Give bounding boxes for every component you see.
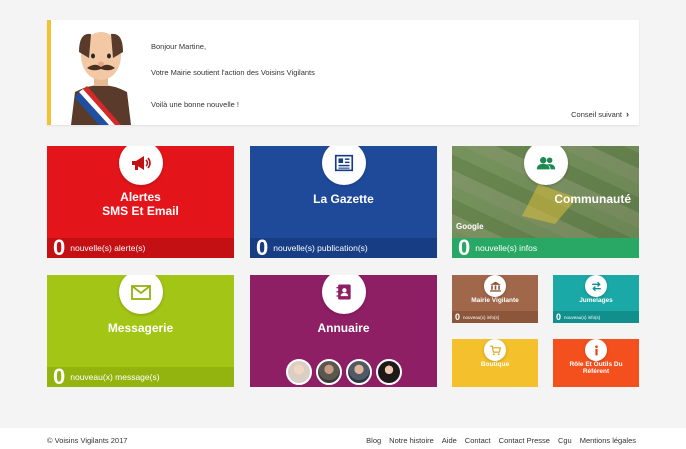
member-avatars bbox=[250, 359, 437, 385]
tile-communaute-title: Communauté bbox=[554, 192, 631, 206]
tile-communaute-counter: 0 nouvelle(s) infos bbox=[452, 235, 639, 259]
exchange-icon bbox=[585, 275, 607, 297]
greeting-text: Bonjour Martine, bbox=[151, 42, 207, 51]
message-count: 0 bbox=[53, 364, 66, 388]
tile-gazette[interactable]: La Gazette 0 nouvelle(s) publication(s) bbox=[250, 146, 437, 258]
tile-alertes-title-line-2: SMS Et Email bbox=[102, 203, 179, 218]
envelope-icon bbox=[118, 275, 163, 314]
footer: © Voisins Vigilants 2017 Blog Notre hist… bbox=[0, 428, 686, 449]
footer-link-cgu[interactable]: Cgu bbox=[558, 436, 572, 445]
footer-link-contact[interactable]: Contact bbox=[465, 436, 491, 445]
message-count-label: nouveau(x) message(s) bbox=[70, 372, 160, 382]
tile-referent-title-line-1: Rôle Et Outils Du bbox=[569, 361, 623, 368]
footer-link-mentions-legales[interactable]: Mentions légales bbox=[580, 436, 636, 445]
jumelages-info-label: nouveau(x) info(s) bbox=[564, 314, 601, 320]
tile-mairie-title: Mairie Vigilante bbox=[471, 297, 519, 304]
jumelages-info-count: 0 bbox=[556, 311, 562, 322]
message-line-1: Votre Mairie soutient l'action des Voisi… bbox=[151, 68, 315, 77]
footer-link-aide[interactable]: Aide bbox=[442, 436, 457, 445]
tile-gazette-title: La Gazette bbox=[313, 192, 374, 206]
mairie-info-count: 0 bbox=[455, 311, 461, 322]
mayor-avatar bbox=[71, 32, 131, 125]
next-tip-link[interactable]: Conseil suivant › bbox=[571, 109, 629, 119]
megaphone-icon bbox=[118, 146, 163, 185]
tile-messagerie-counter: 0 nouveau(x) message(s) bbox=[47, 364, 234, 388]
tile-mairie-counter: 0 nouveau(x) info(s) bbox=[452, 311, 538, 323]
tile-boutique-title: Boutique bbox=[480, 361, 510, 368]
tile-gazette-counter: 0 nouvelle(s) publication(s) bbox=[250, 235, 437, 259]
tile-messagerie[interactable]: Messagerie 0 nouveau(x) message(s) bbox=[47, 275, 234, 387]
tile-jumelages-counter: 0 nouveau(x) info(s) bbox=[553, 311, 639, 323]
community-info-label: nouvelle(s) infos bbox=[475, 243, 538, 253]
tile-alertes-title-line-1: Alertes bbox=[120, 190, 161, 204]
message-line-2: Voilà une bonne nouvelle ! bbox=[151, 100, 239, 109]
copyright-text: © Voisins Vigilants 2017 bbox=[47, 436, 128, 445]
alert-count-label: nouvelle(s) alerte(s) bbox=[70, 243, 146, 253]
tile-alertes[interactable]: Alertes SMS Et Email 0 nouvelle(s) alert… bbox=[47, 146, 234, 258]
newspaper-icon bbox=[321, 146, 366, 185]
tile-annuaire-title: Annuaire bbox=[317, 321, 370, 335]
tile-referent-title-line-2: Référent bbox=[582, 368, 610, 376]
footer-link-contact-presse[interactable]: Contact Presse bbox=[499, 436, 550, 445]
footer-link-blog[interactable]: Blog bbox=[366, 436, 381, 445]
users-icon bbox=[523, 146, 568, 185]
tile-alertes-counter: 0 nouvelle(s) alerte(s) bbox=[47, 235, 234, 259]
tile-mairie-vigilante[interactable]: Mairie Vigilante 0 nouveau(x) info(s) bbox=[452, 275, 538, 323]
address-book-icon bbox=[321, 275, 366, 314]
info-icon bbox=[585, 339, 607, 361]
member-avatar[interactable] bbox=[345, 359, 372, 385]
member-avatar[interactable] bbox=[285, 359, 312, 385]
next-tip-label: Conseil suivant bbox=[571, 109, 622, 119]
townhall-icon bbox=[484, 275, 506, 297]
tile-jumelages[interactable]: Jumelages 0 nouveau(x) info(s) bbox=[553, 275, 639, 323]
mairie-info-label: nouveau(x) info(s) bbox=[463, 314, 500, 320]
cart-icon bbox=[484, 339, 506, 361]
footer-link-notre-histoire[interactable]: Notre histoire bbox=[389, 436, 434, 445]
publication-count: 0 bbox=[256, 235, 269, 259]
community-info-count: 0 bbox=[458, 235, 471, 259]
tile-referent[interactable]: Rôle Et Outils Du Référent bbox=[553, 339, 639, 387]
member-avatar[interactable] bbox=[375, 359, 402, 385]
tile-alertes-title: Alertes SMS Et Email bbox=[47, 190, 234, 219]
tile-boutique[interactable]: Boutique bbox=[452, 339, 538, 387]
google-map-logo: Google bbox=[456, 222, 484, 231]
alert-count: 0 bbox=[53, 235, 66, 259]
mayor-message-card: Bonjour Martine, Votre Mairie soutient l… bbox=[47, 20, 639, 125]
tile-annuaire[interactable]: Annuaire bbox=[250, 275, 437, 387]
tile-communaute[interactable]: Google Communauté 0 nouvelle(s) infos bbox=[452, 146, 639, 258]
footer-links: Blog Notre histoire Aide Contact Contact… bbox=[366, 436, 636, 445]
publication-count-label: nouvelle(s) publication(s) bbox=[273, 243, 368, 253]
tile-jumelages-title: Jumelages bbox=[579, 297, 613, 304]
chevron-right-icon: › bbox=[626, 109, 629, 119]
member-avatar[interactable] bbox=[315, 359, 342, 385]
tile-referent-title: Rôle Et Outils Du Référent bbox=[553, 361, 639, 376]
tile-messagerie-title: Messagerie bbox=[107, 321, 174, 335]
